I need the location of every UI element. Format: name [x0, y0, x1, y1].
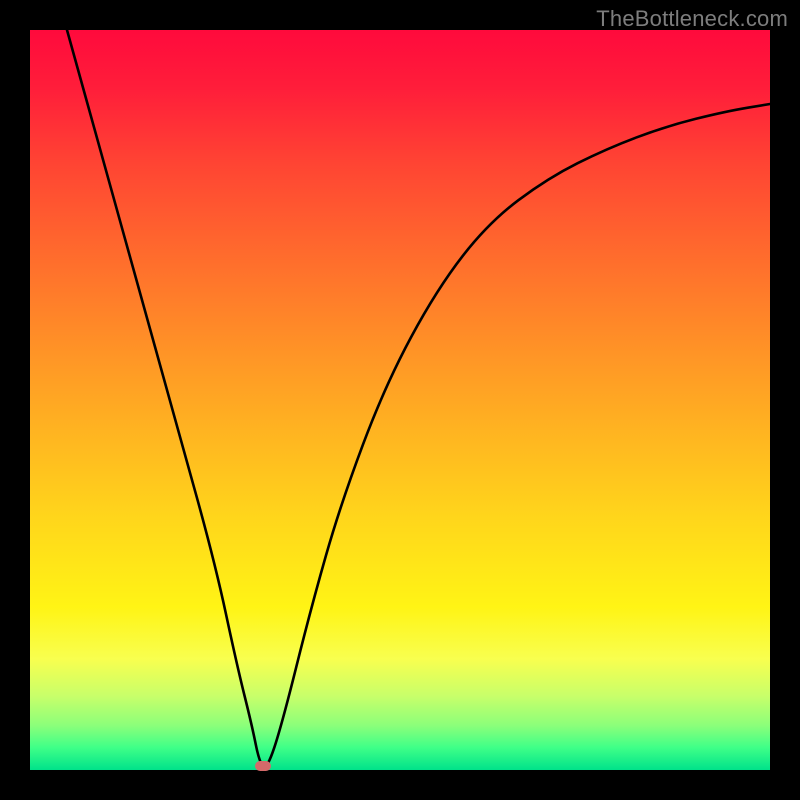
bottleneck-curve-path: [67, 30, 770, 767]
minimum-marker: [255, 761, 271, 771]
plot-area: [30, 30, 770, 770]
watermark-text: TheBottleneck.com: [596, 6, 788, 32]
curve-svg: [30, 30, 770, 770]
chart-frame: TheBottleneck.com: [0, 0, 800, 800]
